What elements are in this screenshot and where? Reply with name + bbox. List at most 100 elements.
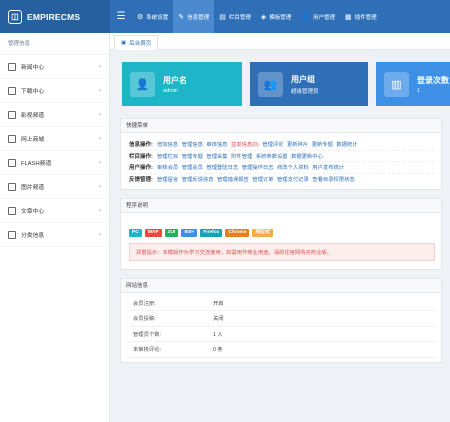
gear-icon: ⚙ [137, 13, 144, 21]
topnav-label: 插件管理 [354, 14, 377, 21]
quick-link[interactable]: 管理操作日志 [242, 163, 274, 171]
card-title: 用户组 [291, 74, 315, 84]
logo-mark-icon: ◫ [8, 9, 22, 24]
sidebar-item-label: 下载中心 [21, 89, 45, 95]
topnav-item-5[interactable]: ▦ 插件管理 [340, 0, 382, 33]
sidebar-item[interactable]: 网上商城 › [0, 127, 109, 151]
topnav-label: 用户管理 [312, 14, 335, 21]
topnav-item-1[interactable]: ✎ 信息管理 [173, 0, 215, 33]
sidebar-item-label: 文章中心 [21, 209, 45, 215]
quick-link[interactable]: 更新碎片 [287, 140, 308, 148]
sidebar-item-label: 影视频道 [21, 113, 45, 119]
quick-link[interactable]: 数据更新中心 [291, 152, 323, 160]
quick-row-name: 信息操作: [129, 142, 153, 149]
topnav-label: 信息管理 [187, 14, 210, 21]
notice-text: 郑重提示：本模版作为学习交流使用，如需用作商业用途，请前往官网购买商业版。 [129, 243, 435, 261]
sidebar-item[interactable]: 文章中心 › [0, 199, 109, 223]
quick-link[interactable]: 管理会员 [182, 163, 203, 171]
quick-link[interactable]: 管理留言 [157, 175, 178, 183]
site-info-table: 会员注册: 开启 会员投稿: 关闭 管理员个数: 1 人未审核评论: 0 条 [129, 295, 435, 358]
sidebar-item[interactable]: 新闻中心 › [0, 55, 109, 79]
chevron-right-icon: › [99, 207, 101, 214]
quick-link[interactable]: 系统参数设置 [256, 152, 288, 160]
quick-link[interactable]: 修改个人资料 [277, 163, 309, 171]
quick-link[interactable]: 管理订单 [252, 175, 273, 183]
quick-link[interactable]: 管理评论 [262, 140, 283, 148]
menu-toggle-icon[interactable]: ☰ [110, 0, 132, 33]
platform-badge: ZUI [164, 229, 179, 237]
topnav-label: 栏目管理 [228, 14, 251, 21]
badge-list: PC WAP ZUI IE8+ Firefox Chrome 响应式 [129, 229, 435, 237]
plugin-icon: ▦ [344, 13, 352, 21]
quick-link[interactable]: 管理采集 [206, 152, 227, 160]
file-icon [8, 182, 16, 191]
quick-link[interactable]: 附件管理 [231, 152, 252, 160]
chevron-right-icon: › [99, 63, 101, 70]
quick-row-name: 栏目操作: [129, 153, 153, 160]
card-usergroup: 👥 用户组 超级管理员 [250, 62, 368, 106]
sidebar-item[interactable]: 图片频道 › [0, 175, 109, 199]
quick-link[interactable]: 管理登陆日志 [206, 163, 238, 171]
brand-logo[interactable]: ◫ EMPIRECMS [0, 0, 110, 33]
home-icon: ▣ [121, 40, 127, 46]
site-info-value: 1 人 [209, 326, 435, 342]
site-info-value: 关闭 [209, 310, 435, 327]
quick-link[interactable]: 管理支付记录 [277, 175, 309, 183]
main-content: 👤 用户名 admin 👥 用户组 超级管理员 ▥ 登录次数 1 快捷菜单 信息… [110, 50, 450, 422]
sidebar-item[interactable]: 影视频道 › [0, 103, 109, 127]
card-username: 👤 用户名 admin [122, 62, 242, 106]
quick-link[interactable]: 管理专题 [182, 152, 203, 160]
chevron-right-icon: › [99, 135, 101, 142]
sidebar-item-label: 新闻中心 [21, 65, 45, 71]
quick-row: 反馈管理: 管理留言 管理反馈信息 管理错误报告 管理订单 管理支付记录 查看目录权限状态 [129, 174, 435, 186]
quick-link[interactable]: 审核会员 [157, 163, 178, 171]
quick-link[interactable]: 管理信息 [182, 140, 203, 148]
quick-link[interactable]: 审核信息 [206, 140, 227, 148]
sidebar-item-label: FLASH频道 [21, 161, 52, 167]
tab-bar: ▣ 后台首页 [110, 33, 450, 50]
platform-badge: Chrome [225, 229, 250, 237]
brand-name: EMPIRECMS [27, 11, 81, 22]
sidebar-item[interactable]: 分类信息 › [0, 223, 109, 247]
sidebar-heading: 管理信息 [0, 33, 109, 55]
site-info-key: 未审核评论: [129, 341, 209, 358]
sidebar-item[interactable]: FLASH频道 › [0, 151, 109, 175]
quick-link[interactable]: 增加信息 [157, 140, 178, 148]
file-icon [8, 230, 16, 239]
chart-icon: ▥ [384, 71, 409, 97]
site-info-value: 开启 [209, 295, 435, 311]
quick-row-name: 用户操作: [129, 165, 153, 172]
quick-link[interactable]: 管理错误报告 [217, 175, 249, 183]
quick-row: 信息操作: 增加信息 管理信息 审核信息 签发信息(0) 管理评论 更新碎片 更新专题 数据统计 [129, 139, 435, 151]
quick-row-name: 反馈管理: [129, 177, 153, 184]
quick-link[interactable]: 数据统计 [336, 140, 357, 148]
card-value: 1 [417, 87, 421, 94]
user-icon: 👤 [301, 13, 310, 21]
template-icon: ◈ [260, 13, 267, 21]
quick-link[interactable]: 管理反馈信息 [182, 175, 214, 183]
quick-link[interactable]: 签发信息(0) [231, 140, 259, 148]
program-panel: 程序说明 PC WAP ZUI IE8+ Firefox Chrome 响应式 郑重提示：本… [120, 198, 442, 270]
card-value: 超级管理员 [291, 88, 319, 95]
panel-heading: 程序说明 [121, 199, 441, 213]
sidebar-item[interactable]: 下载中心 › [0, 79, 109, 103]
list-icon: ▤ [219, 13, 226, 21]
sidebar-item-label: 图片频道 [21, 185, 45, 191]
sidebar: 管理信息 新闻中心 › 下载中心 › 影视频道 › 网上商城 › FLASH频道 › 图片频道 › 文章… [0, 33, 110, 422]
topnav-item-2[interactable]: ▤ 栏目管理 [214, 0, 256, 33]
topnav-item-3[interactable]: ◈ 模板管理 [256, 0, 296, 33]
quick-link[interactable]: 用户发布统计 [312, 163, 344, 171]
quick-link[interactable]: 查看目录权限状态 [312, 175, 354, 183]
platform-badge: IE8+ [181, 229, 198, 237]
quick-link[interactable]: 更新专题 [312, 140, 333, 148]
tab-home[interactable]: ▣ 后台首页 [114, 35, 159, 50]
file-icon [8, 86, 16, 95]
panel-heading: 网站信息 [121, 279, 441, 293]
topnav-item-0[interactable]: ⚙ 系统设置 [132, 0, 173, 33]
card-title: 用户名 [163, 75, 187, 85]
topnav-item-4[interactable]: 👤 用户管理 [296, 0, 340, 33]
quick-link[interactable]: 管理栏目 [157, 152, 178, 160]
file-icon [8, 158, 16, 167]
site-info-key: 会员投稿: [129, 310, 209, 327]
topnav-label: 系统设置 [146, 14, 169, 21]
